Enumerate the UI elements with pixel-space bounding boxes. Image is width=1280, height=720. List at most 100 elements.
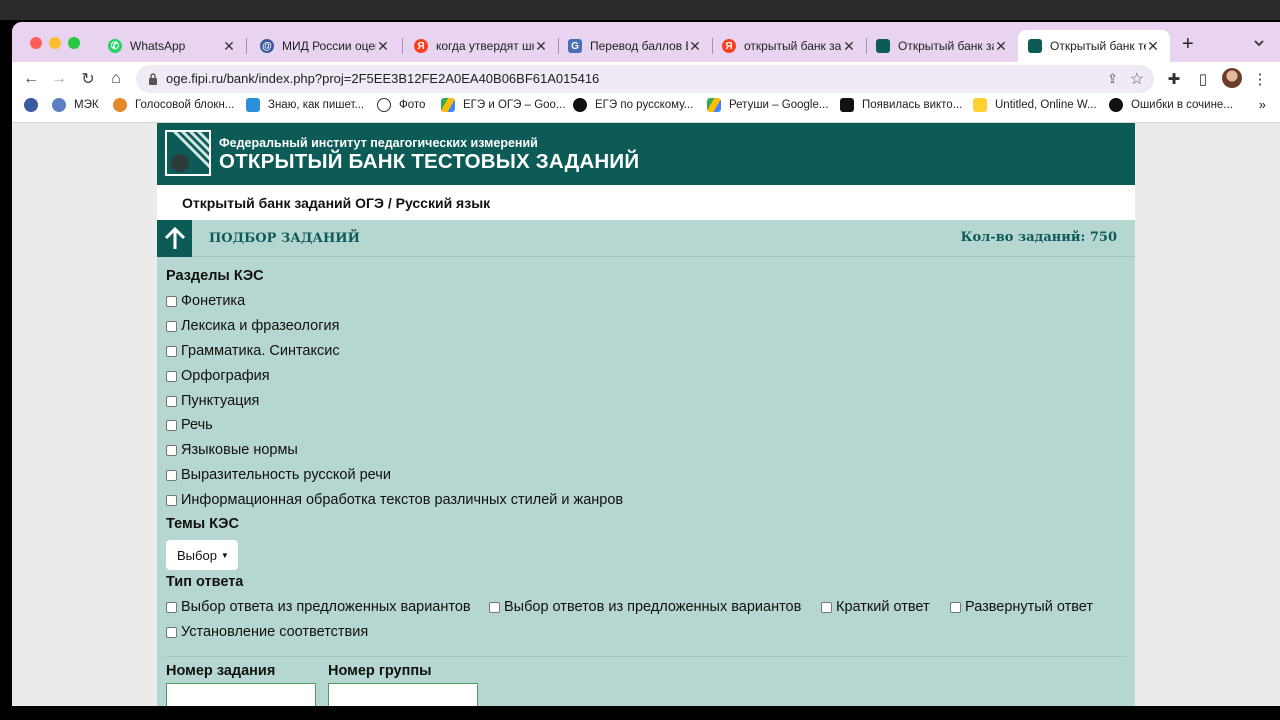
answer-type-checkbox[interactable]: Установление соответствия [166, 624, 368, 640]
tab-mid-russia[interactable]: @ МИД России оцен ✕ [250, 30, 400, 62]
side-panel-icon[interactable]: ▯ [1193, 69, 1213, 89]
checkbox[interactable] [166, 295, 177, 307]
bookmark-item[interactable]: Фото [377, 98, 425, 112]
share-icon[interactable]: ⇪ [1107, 71, 1118, 87]
tab-whatsapp[interactable]: ✆ WhatsApp ✕ [98, 30, 246, 62]
lock-icon [149, 73, 157, 85]
forward-arrow-icon[interactable]: → [48, 68, 70, 90]
institute-name: Федеральный институт педагогических изме… [219, 136, 538, 150]
checkbox[interactable] [166, 494, 177, 506]
bookmark-item[interactable]: Появилась викто... [840, 98, 962, 112]
plus-circle-icon [1109, 98, 1123, 112]
answer-type-checkbox[interactable]: Выбор ответов из предложенных вариантов [489, 599, 801, 615]
close-tab-icon[interactable]: ✕ [222, 38, 236, 55]
checkbox[interactable] [166, 395, 177, 407]
bookmark-item[interactable]: ЕГЭ и ОГЭ – Goo... [441, 98, 566, 112]
home-icon[interactable]: ⌂ [105, 68, 127, 90]
checkbox[interactable] [166, 444, 177, 456]
dropdown-label: Выбор [177, 547, 217, 563]
bookmarks-bar: МЭК Голосовой блокн... Знаю, как пишет..… [12, 96, 1280, 116]
checkbox[interactable] [166, 370, 177, 382]
bookmark-item[interactable]: Голосовой блокн... [113, 98, 234, 112]
bookmark-item[interactable] [24, 98, 46, 112]
tab-title: Открытый банк те [1050, 39, 1146, 53]
kes-section-checkbox[interactable]: Грамматика. Синтаксис [166, 343, 340, 359]
checkbox[interactable] [166, 469, 177, 481]
task-number-input[interactable] [166, 683, 316, 706]
minimize-window-button[interactable] [49, 37, 61, 49]
close-tab-icon[interactable]: ✕ [1146, 38, 1160, 55]
bookmark-item[interactable]: Untitled, Online W... [973, 98, 1097, 112]
fipi-logo[interactable] [165, 130, 211, 176]
grid-icon [246, 98, 260, 112]
close-tab-icon[interactable]: ✕ [994, 38, 1008, 55]
kes-section-checkbox[interactable]: Лексика и фразеология [166, 318, 339, 334]
new-tab-button[interactable]: + [1182, 34, 1194, 54]
checkbox-label: Языковые нормы [181, 442, 298, 458]
extensions-puzzle-icon[interactable]: ✚ [1164, 69, 1184, 89]
kes-topics-dropdown[interactable]: Выбор ▼ [166, 540, 238, 570]
fipi-logo-icon [1028, 39, 1042, 53]
tab-score-conversion[interactable]: G Перевод баллов Е ✕ [558, 30, 712, 62]
checkbox[interactable] [166, 419, 177, 431]
kes-section-checkbox[interactable]: Речь [166, 417, 213, 433]
close-window-button[interactable] [30, 37, 42, 49]
filter-panel-header: ПОДБОР ЗАДАНИЙ Кол-во заданий: 750 [157, 220, 1135, 257]
tab-fipi-bank-1[interactable]: Открытый банк за ✕ [866, 30, 1018, 62]
kes-section-checkbox[interactable]: Выразительность русской речи [166, 467, 391, 483]
checkbox-label: Фонетика [181, 293, 246, 309]
collapse-filter-button[interactable] [157, 220, 192, 257]
bookmark-item[interactable]: МЭК [52, 98, 99, 112]
checkbox[interactable] [166, 601, 177, 613]
bookmark-label: Untitled, Online W... [995, 99, 1097, 111]
bookmark-item[interactable]: Знаю, как пишет... [246, 98, 364, 112]
profile-avatar[interactable] [1222, 68, 1242, 88]
kes-section-checkbox[interactable]: Информационная обработка текстов различн… [166, 492, 623, 508]
close-tab-icon[interactable]: ✕ [534, 38, 548, 55]
kes-section-checkbox[interactable]: Пунктуация [166, 393, 259, 409]
group-number-input[interactable] [328, 683, 478, 706]
checkbox-label: Речь [181, 417, 213, 433]
close-tab-icon[interactable]: ✕ [688, 38, 702, 55]
bookmark-star-icon[interactable]: ☆ [1130, 69, 1144, 89]
checkbox-label: Выбор ответов из предложенных вариантов [504, 599, 802, 615]
back-arrow-icon[interactable]: ← [20, 68, 42, 90]
chevron-down-icon[interactable] [1252, 36, 1266, 50]
checkbox[interactable] [166, 320, 177, 332]
eye-icon [52, 98, 66, 112]
checkbox[interactable] [489, 601, 500, 613]
answer-type-checkbox[interactable]: Выбор ответа из предложенных вариантов [166, 599, 471, 615]
close-tab-icon[interactable]: ✕ [842, 38, 856, 55]
kes-section-checkbox[interactable]: Языковые нормы [166, 442, 298, 458]
answer-type-checkbox[interactable]: Краткий ответ [821, 599, 930, 615]
os-menu-bar [0, 0, 1280, 20]
checkbox[interactable] [166, 345, 177, 357]
circle-at-icon: @ [260, 39, 274, 53]
tab-fipi-bank-active[interactable]: Открытый банк те ✕ [1018, 30, 1170, 62]
url-text[interactable]: oge.fipi.ru/bank/index.php?proj=2F5EE3B1… [166, 71, 599, 86]
bookmark-label: Знаю, как пишет... [268, 99, 365, 111]
reload-icon[interactable]: ↻ [77, 68, 99, 90]
answer-type-checkbox[interactable]: Развернутый ответ [950, 599, 1093, 615]
bookmark-item[interactable]: Ошибки в сочине... [1109, 98, 1233, 112]
kes-section-checkbox[interactable]: Орфография [166, 368, 270, 384]
checkbox-label: Лексика и фразеология [181, 318, 340, 334]
task-number-label: Номер задания [166, 663, 276, 679]
address-bar[interactable]: oge.fipi.ru/bank/index.php?proj=2F5EE3B1… [136, 65, 1154, 93]
more-bookmarks-icon[interactable]: » [1259, 97, 1266, 112]
bookmark-label: МЭК [74, 99, 99, 111]
checkbox[interactable] [821, 601, 832, 613]
tab-yandex-search-2[interactable]: Я открытый банк за ✕ [712, 30, 866, 62]
camera-icon [377, 98, 391, 112]
caret-down-icon: ▼ [220, 550, 229, 560]
zoom-window-button[interactable] [68, 37, 80, 49]
tab-yandex-search-1[interactable]: Я когда утвердят шк ✕ [404, 30, 558, 62]
close-tab-icon[interactable]: ✕ [376, 38, 390, 55]
checkbox[interactable] [950, 601, 961, 613]
kebab-menu-icon[interactable]: ⋮ [1250, 69, 1270, 89]
bookmark-item[interactable]: ЕГЭ по русскому... [573, 98, 693, 112]
bookmark-item[interactable]: Ретуши – Google... [707, 98, 828, 112]
checkbox[interactable] [166, 626, 177, 638]
kes-section-checkbox[interactable]: Фонетика [166, 293, 245, 309]
drive-icon [707, 98, 721, 112]
